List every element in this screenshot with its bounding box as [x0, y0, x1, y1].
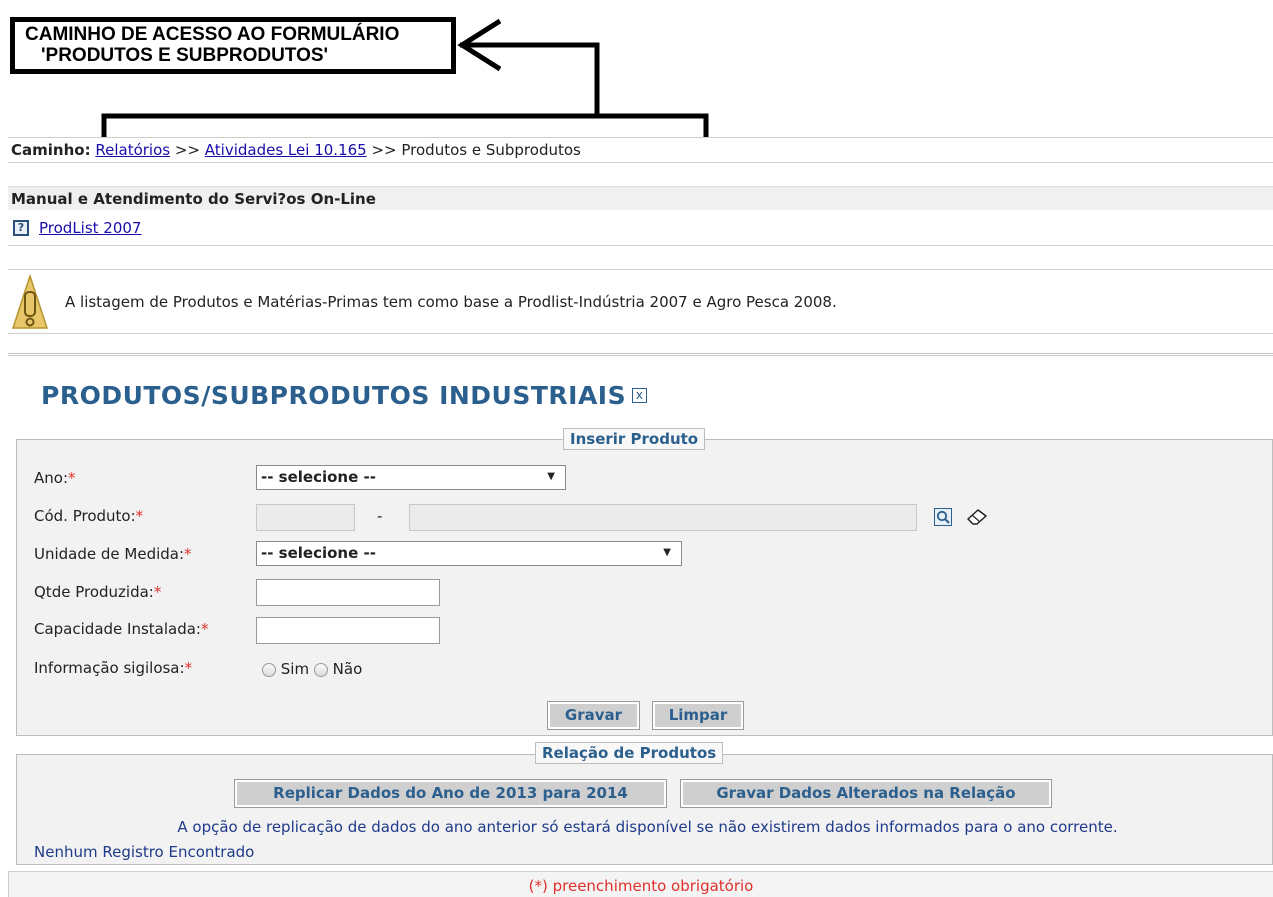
section-divider — [8, 353, 1273, 364]
sim-label: Sim — [280, 660, 310, 678]
capacidade-instalada-input[interactable] — [256, 617, 440, 644]
save-changes-button[interactable]: Gravar Dados Alterados na Relação — [680, 779, 1052, 808]
cod-produto-name-field — [409, 504, 917, 531]
annotation-arrow — [101, 18, 709, 137]
unidade-medida-select[interactable]: -- selecione -- ▼ — [256, 541, 682, 566]
empty-message: Nenhum Registro Encontrado — [34, 843, 255, 861]
breadcrumb-separator: >> — [174, 141, 201, 159]
eraser-icon[interactable] — [966, 508, 988, 526]
replicate-button[interactable]: Replicar Dados do Ano de 2013 para 2014 — [234, 779, 667, 808]
replication-note: A opção de replicação de dados do ano an… — [177, 818, 1118, 836]
breadcrumb-label: Caminho: — [11, 141, 91, 159]
capacidade-instalada-label: Capacidade Instalada:* — [34, 620, 209, 638]
breadcrumb-current: Produtos e Subprodutos — [401, 141, 581, 159]
chevron-down-icon: ▼ — [663, 547, 671, 558]
required-footnote: (*) preenchimento obrigatório — [8, 871, 1273, 897]
manual-heading: Manual e Atendimento do Servi?os On-Line — [8, 186, 1273, 210]
insert-product-legend: Inserir Produto — [563, 428, 706, 450]
warning-text: A listagem de Produtos e Matérias-Primas… — [65, 292, 837, 311]
cod-produto-code-field — [256, 504, 355, 531]
close-icon[interactable]: x — [632, 388, 648, 403]
chevron-down-icon: ▼ — [547, 471, 555, 482]
limpar-button[interactable]: Limpar — [652, 701, 744, 730]
cod-produto-separator: - — [377, 507, 383, 525]
cod-produto-label: Cód. Produto:* — [34, 507, 144, 525]
qtde-produzida-input[interactable] — [256, 579, 440, 606]
page-title: PRODUTOS/SUBPRODUTOS INDUSTRIAIS x — [41, 381, 648, 410]
breadcrumb: Caminho: Relatórios >> Atividades Lei 10… — [8, 137, 1273, 163]
gravar-button[interactable]: Gravar — [547, 701, 640, 730]
breadcrumb-link-atividades[interactable]: Atividades Lei 10.165 — [205, 141, 367, 159]
help-icon[interactable]: ? — [13, 220, 29, 236]
breadcrumb-separator: >> — [371, 141, 397, 159]
qtde-produzida-label: Qtde Produzida:* — [34, 583, 162, 601]
unidade-medida-label: Unidade de Medida:* — [34, 545, 192, 563]
breadcrumb-link-relatorios[interactable]: Relatórios — [95, 141, 170, 159]
page-title-text: PRODUTOS/SUBPRODUTOS INDUSTRIAIS — [41, 381, 627, 410]
sim-radio[interactable] — [262, 662, 276, 677]
nao-radio[interactable] — [313, 662, 328, 677]
warning-icon — [11, 273, 49, 329]
informacao-sigilosa-label: Informação sigilosa:* — [34, 659, 193, 677]
prodlist-link[interactable]: ProdList 2007 — [39, 219, 141, 237]
warning-banner: A listagem de Produtos e Matérias-Primas… — [8, 269, 1273, 334]
ano-label: Ano:* — [34, 469, 76, 487]
ano-select[interactable]: -- selecione -- ▼ — [256, 465, 566, 490]
product-list-legend: Relação de Produtos — [535, 742, 724, 764]
search-icon[interactable] — [934, 508, 952, 526]
insert-product-fieldset — [16, 439, 1273, 736]
nao-label: Não — [332, 660, 363, 678]
sigilosa-options: Sim Não — [262, 660, 362, 678]
manual-section: Manual e Atendimento do Servi?os On-Line… — [8, 186, 1273, 246]
